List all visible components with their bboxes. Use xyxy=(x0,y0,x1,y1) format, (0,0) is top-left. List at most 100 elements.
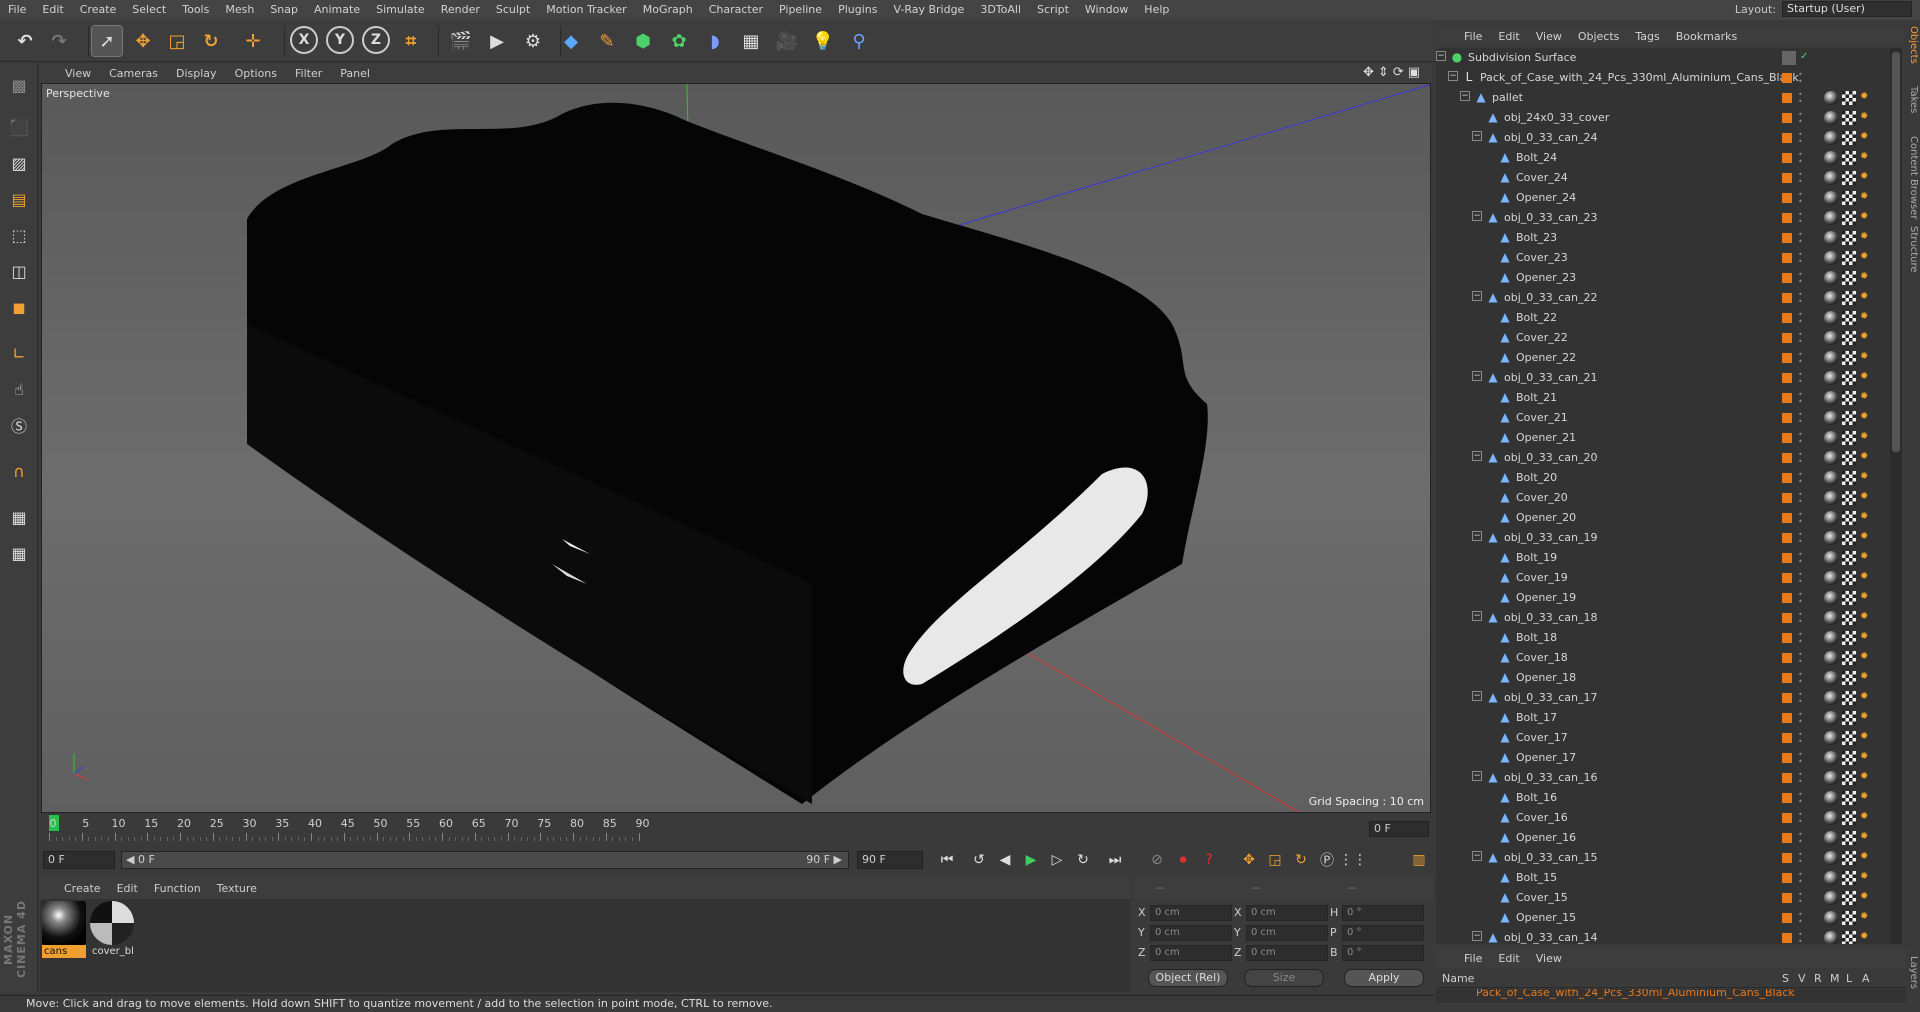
phong-tag-icon[interactable]: ✹ xyxy=(1860,330,1872,344)
phong-tag-icon[interactable]: ✹ xyxy=(1860,610,1872,624)
menu-item[interactable]: Animate xyxy=(306,0,368,20)
expand-toggle-icon[interactable]: − xyxy=(1472,211,1482,221)
menu-item[interactable]: Window xyxy=(1077,0,1136,20)
phong-tag-icon[interactable]: ✹ xyxy=(1860,590,1872,604)
visibility-dots-icon[interactable]: • • xyxy=(1798,371,1804,386)
key-parameter-icon[interactable]: Ⓟ xyxy=(1315,849,1339,871)
phong-tag-icon[interactable]: ✹ xyxy=(1860,830,1872,844)
phong-tag-icon[interactable]: ✹ xyxy=(1860,690,1872,704)
material-tag-icon[interactable] xyxy=(1824,531,1838,545)
texture-tag-icon[interactable] xyxy=(1842,591,1856,605)
layer-color-swatch[interactable] xyxy=(1782,633,1792,643)
material-tag-icon[interactable] xyxy=(1824,491,1838,505)
phong-tag-icon[interactable]: ✹ xyxy=(1860,210,1872,224)
texture-tag-icon[interactable] xyxy=(1842,471,1856,485)
phong-tag-icon[interactable]: ✹ xyxy=(1860,670,1872,684)
layer-color-swatch[interactable] xyxy=(1782,793,1792,803)
phong-tag-icon[interactable]: ✹ xyxy=(1860,650,1872,664)
phong-tag-icon[interactable]: ✹ xyxy=(1860,190,1872,204)
material-tag-icon[interactable] xyxy=(1824,351,1838,365)
object-tree-row[interactable]: ▲ Bolt_17 • • ✹ xyxy=(1436,708,1890,728)
visibility-dots-icon[interactable]: • • xyxy=(1798,151,1804,166)
autokey-icon[interactable]: ? xyxy=(1197,849,1221,871)
texture-tag-icon[interactable] xyxy=(1842,311,1856,325)
visibility-dots-icon[interactable]: • • xyxy=(1798,731,1804,746)
phong-tag-icon[interactable]: ✹ xyxy=(1860,810,1872,824)
coord-value-field[interactable]: 0 ° xyxy=(1342,945,1424,961)
visibility-toggle-icon[interactable] xyxy=(1782,51,1796,65)
object-manager-menu-item[interactable]: View xyxy=(1528,30,1570,43)
layer-manager-menu-item[interactable]: Edit xyxy=(1490,952,1527,965)
texture-tag-icon[interactable] xyxy=(1842,771,1856,785)
python-icon[interactable]: ⚲ xyxy=(844,26,874,56)
redo-icon[interactable]: ↷ xyxy=(44,26,74,56)
previous-key-icon[interactable]: ↺ xyxy=(967,849,991,871)
visibility-dots-icon[interactable]: • • xyxy=(1798,431,1804,446)
texture-tag-icon[interactable] xyxy=(1842,611,1856,625)
menu-item[interactable]: Mesh xyxy=(217,0,262,20)
visibility-dots-icon[interactable]: • • xyxy=(1798,651,1804,666)
snap-icon[interactable]: Ⓢ xyxy=(4,410,34,440)
material-tag-icon[interactable] xyxy=(1824,231,1838,245)
phong-tag-icon[interactable]: ✹ xyxy=(1860,470,1872,484)
object-manager-menu-item[interactable]: Edit xyxy=(1490,30,1527,43)
texture-mode-icon[interactable]: ▨ xyxy=(4,148,34,178)
texture-tag-icon[interactable] xyxy=(1842,371,1856,385)
lock-workplane-icon[interactable]: ▦ xyxy=(4,502,34,532)
key-position-icon[interactable]: ✥ xyxy=(1237,849,1261,871)
layer-color-swatch[interactable] xyxy=(1782,373,1792,383)
texture-tag-icon[interactable] xyxy=(1842,331,1856,345)
phong-tag-icon[interactable]: ✹ xyxy=(1860,530,1872,544)
texture-tag-icon[interactable] xyxy=(1842,751,1856,765)
side-tab[interactable]: Layers xyxy=(1905,956,1919,989)
layer-color-swatch[interactable] xyxy=(1782,213,1792,223)
key-rotation-icon[interactable]: ↻ xyxy=(1289,849,1313,871)
material-tag-icon[interactable] xyxy=(1824,731,1838,745)
material-tag-icon[interactable] xyxy=(1824,251,1838,265)
visibility-dots-icon[interactable]: • • xyxy=(1798,111,1804,126)
phong-tag-icon[interactable]: ✹ xyxy=(1860,630,1872,644)
material-tag-icon[interactable] xyxy=(1824,851,1838,865)
phong-tag-icon[interactable]: ✹ xyxy=(1860,90,1872,104)
layer-color-swatch[interactable] xyxy=(1782,933,1792,943)
coord-value-field[interactable]: 0 cm xyxy=(1246,905,1328,921)
visibility-dots-icon[interactable]: • • xyxy=(1798,131,1804,146)
material-tag-icon[interactable] xyxy=(1824,571,1838,585)
texture-tag-icon[interactable] xyxy=(1842,931,1856,944)
menu-item[interactable]: Character xyxy=(701,0,771,20)
texture-tag-icon[interactable] xyxy=(1842,271,1856,285)
visibility-dots-icon[interactable]: • • xyxy=(1798,531,1804,546)
scale-tool-icon[interactable]: ◲ xyxy=(162,26,192,56)
layer-color-swatch[interactable] xyxy=(1782,353,1792,363)
expand-toggle-icon[interactable]: − xyxy=(1472,531,1482,541)
visibility-dots-icon[interactable]: • • xyxy=(1798,911,1804,926)
visibility-dots-icon[interactable]: • • xyxy=(1798,391,1804,406)
object-tree-row[interactable]: ▲ Bolt_20 • • ✹ xyxy=(1436,468,1890,488)
viewport-menu-item[interactable]: Options xyxy=(226,67,286,80)
tweak-mode-icon[interactable]: ☝ xyxy=(4,374,34,404)
expand-toggle-icon[interactable]: − xyxy=(1472,131,1482,141)
magnet-icon[interactable]: ∩ xyxy=(4,456,34,486)
material-tag-icon[interactable] xyxy=(1824,91,1838,105)
object-tree-row[interactable]: − ▲ obj_0_33_can_21 • • ✹ xyxy=(1436,368,1890,388)
layout-select[interactable]: Startup (User) xyxy=(1782,1,1912,17)
object-manager-scrollbar-thumb[interactable] xyxy=(1892,52,1900,452)
object-tree-row[interactable]: ▲ Bolt_23 • • ✹ xyxy=(1436,228,1890,248)
phong-tag-icon[interactable]: ✹ xyxy=(1860,110,1872,124)
visibility-dots-icon[interactable]: • • xyxy=(1798,491,1804,506)
object-tree-row[interactable]: ▲ Opener_18 • • ✹ xyxy=(1436,668,1890,688)
texture-tag-icon[interactable] xyxy=(1842,131,1856,145)
visibility-dots-icon[interactable]: • • xyxy=(1798,931,1804,945)
visibility-dots-icon[interactable]: • • xyxy=(1798,451,1804,466)
texture-tag-icon[interactable] xyxy=(1842,811,1856,825)
material-tag-icon[interactable] xyxy=(1824,111,1838,125)
phong-tag-icon[interactable]: ✹ xyxy=(1860,750,1872,764)
visibility-dots-icon[interactable]: • • xyxy=(1798,71,1804,86)
layer-color-swatch[interactable] xyxy=(1782,193,1792,203)
layer-color-swatch[interactable] xyxy=(1782,493,1792,503)
go-to-end-icon[interactable]: ⏭ xyxy=(1103,849,1127,871)
visibility-dots-icon[interactable]: • • xyxy=(1798,671,1804,686)
texture-tag-icon[interactable] xyxy=(1842,491,1856,505)
texture-tag-icon[interactable] xyxy=(1842,211,1856,225)
layer-color-swatch[interactable] xyxy=(1782,893,1792,903)
